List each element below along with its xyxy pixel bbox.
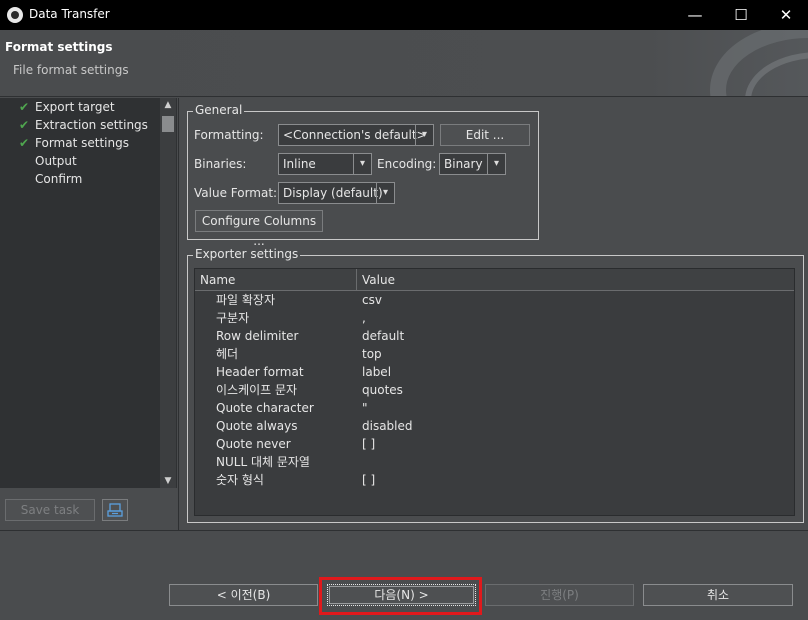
checkmark-icon: ✔	[19, 136, 30, 150]
header-divider	[0, 96, 808, 97]
table-row[interactable]: Header format label	[195, 363, 794, 381]
task-config-button[interactable]	[102, 499, 128, 521]
step-export-target[interactable]: ✔ Export target	[19, 98, 115, 116]
exporter-settings-title: Exporter settings	[193, 247, 301, 261]
row-value: default	[362, 329, 405, 343]
table-row[interactable]: 숫자 형식 [ ]	[195, 471, 794, 489]
binaries-select[interactable]: Inline ▾	[278, 153, 372, 175]
checkmark-icon: ✔	[19, 118, 30, 132]
table-row[interactable]: Quote always disabled	[195, 417, 794, 435]
app-icon	[7, 7, 23, 23]
step-extraction-settings[interactable]: ✔ Extraction settings	[19, 116, 148, 134]
row-value: top	[362, 347, 382, 361]
binaries-value: Inline	[283, 157, 316, 171]
page-title: Format settings	[5, 40, 113, 54]
panel-divider	[178, 98, 179, 530]
column-header-value[interactable]: Value	[357, 269, 794, 291]
next-button-highlight	[319, 577, 482, 615]
page-subtitle: File format settings	[13, 63, 129, 77]
row-name: 구분자	[216, 311, 250, 325]
edit-button[interactable]: Edit ...	[440, 124, 530, 146]
chevron-down-icon: ▾	[353, 154, 371, 174]
step-label: Output	[35, 154, 77, 168]
step-output[interactable]: Output	[19, 152, 77, 170]
cancel-button[interactable]: 취소	[643, 584, 793, 606]
wizard-steps-panel: ✔ Export target ✔ Extraction settings ✔ For…	[0, 98, 177, 488]
row-value: disabled	[362, 419, 413, 433]
scroll-thumb[interactable]	[162, 116, 174, 132]
save-task-button[interactable]: Save task	[5, 499, 95, 521]
general-group-title: General	[193, 103, 245, 117]
encoding-value: Binary	[444, 157, 483, 171]
minimize-button[interactable]: —	[672, 0, 718, 30]
table-row[interactable]: Row delimiter default	[195, 327, 794, 345]
row-value: [ ]	[362, 473, 376, 487]
row-value: label	[362, 365, 392, 379]
column-header-name[interactable]: Name	[195, 269, 357, 291]
row-name: 숫자 형식	[216, 473, 264, 487]
proceed-button[interactable]: 진행(P)	[485, 584, 634, 606]
banner-decoration-icon	[710, 30, 808, 96]
task-actions: Save task	[0, 488, 177, 528]
chevron-down-icon: ▾	[376, 183, 394, 203]
value-format-label: Value Format:	[194, 186, 278, 200]
table-row[interactable]: NULL 대체 문자열	[195, 453, 794, 471]
row-name: 헤더	[216, 347, 239, 361]
table-row[interactable]: 헤더 top	[195, 345, 794, 363]
step-label: Confirm	[35, 172, 83, 186]
row-value: [ ]	[362, 437, 376, 451]
formatting-select[interactable]: <Connection's default> ▾	[278, 124, 434, 146]
step-format-settings[interactable]: ✔ Format settings	[19, 134, 129, 152]
row-name: Row delimiter	[216, 329, 299, 343]
formatting-label: Formatting:	[194, 128, 264, 142]
chevron-down-icon: ▾	[487, 154, 505, 174]
row-value: "	[362, 401, 368, 415]
step-label: Extraction settings	[35, 118, 148, 132]
row-name: NULL 대체 문자열	[216, 455, 310, 469]
exporter-settings-table: Name Value 파일 확장자 csv 구분자, Row delimiter d…	[194, 268, 795, 516]
table-header: Name Value	[195, 269, 794, 291]
scroll-up-icon[interactable]: ▲	[160, 98, 176, 112]
close-button[interactable]: ✕	[763, 0, 808, 30]
encoding-label: Encoding:	[377, 157, 437, 171]
title-bar: Data Transfer — ☐ ✕	[0, 0, 808, 30]
table-row[interactable]: 이스케이프 문자 quotes	[195, 381, 794, 399]
row-value: ,	[362, 311, 366, 325]
table-row[interactable]: Quote character "	[195, 399, 794, 417]
chevron-down-icon: ▾	[415, 125, 433, 145]
row-value: quotes	[362, 383, 403, 397]
step-label: Export target	[35, 100, 115, 114]
window-title: Data Transfer	[29, 7, 110, 21]
binaries-label: Binaries:	[194, 157, 247, 171]
configure-columns-button[interactable]: Configure Columns ...	[195, 210, 323, 248]
task-config-icon	[107, 503, 123, 517]
table-row[interactable]: 파일 확장자 csv	[195, 291, 794, 309]
row-name: 파일 확장자	[216, 293, 276, 307]
value-format-select[interactable]: Display (default) ▾	[278, 182, 395, 204]
row-name: Quote character	[216, 401, 314, 415]
step-label: Format settings	[35, 136, 129, 150]
formatting-value: <Connection's default>	[283, 128, 427, 142]
row-name: 이스케이프 문자	[216, 383, 298, 397]
step-confirm[interactable]: Confirm	[19, 170, 82, 188]
row-name: Quote never	[216, 437, 291, 451]
encoding-select[interactable]: Binary ▾	[439, 153, 506, 175]
value-format-value: Display (default)	[283, 186, 383, 200]
page-header: Format settings File format settings	[0, 30, 808, 96]
table-row[interactable]: 구분자,	[195, 309, 794, 327]
scroll-down-icon[interactable]: ▼	[160, 474, 176, 488]
row-name: Quote always	[216, 419, 298, 433]
row-value: csv	[362, 293, 382, 307]
checkmark-icon: ✔	[19, 100, 30, 114]
maximize-button[interactable]: ☐	[718, 0, 764, 30]
table-row[interactable]: Quote never [ ]	[195, 435, 794, 453]
row-name: Header format	[216, 365, 304, 379]
back-button[interactable]: < 이전(B)	[169, 584, 318, 606]
steps-scrollbar[interactable]: ▲ ▼	[160, 98, 176, 488]
